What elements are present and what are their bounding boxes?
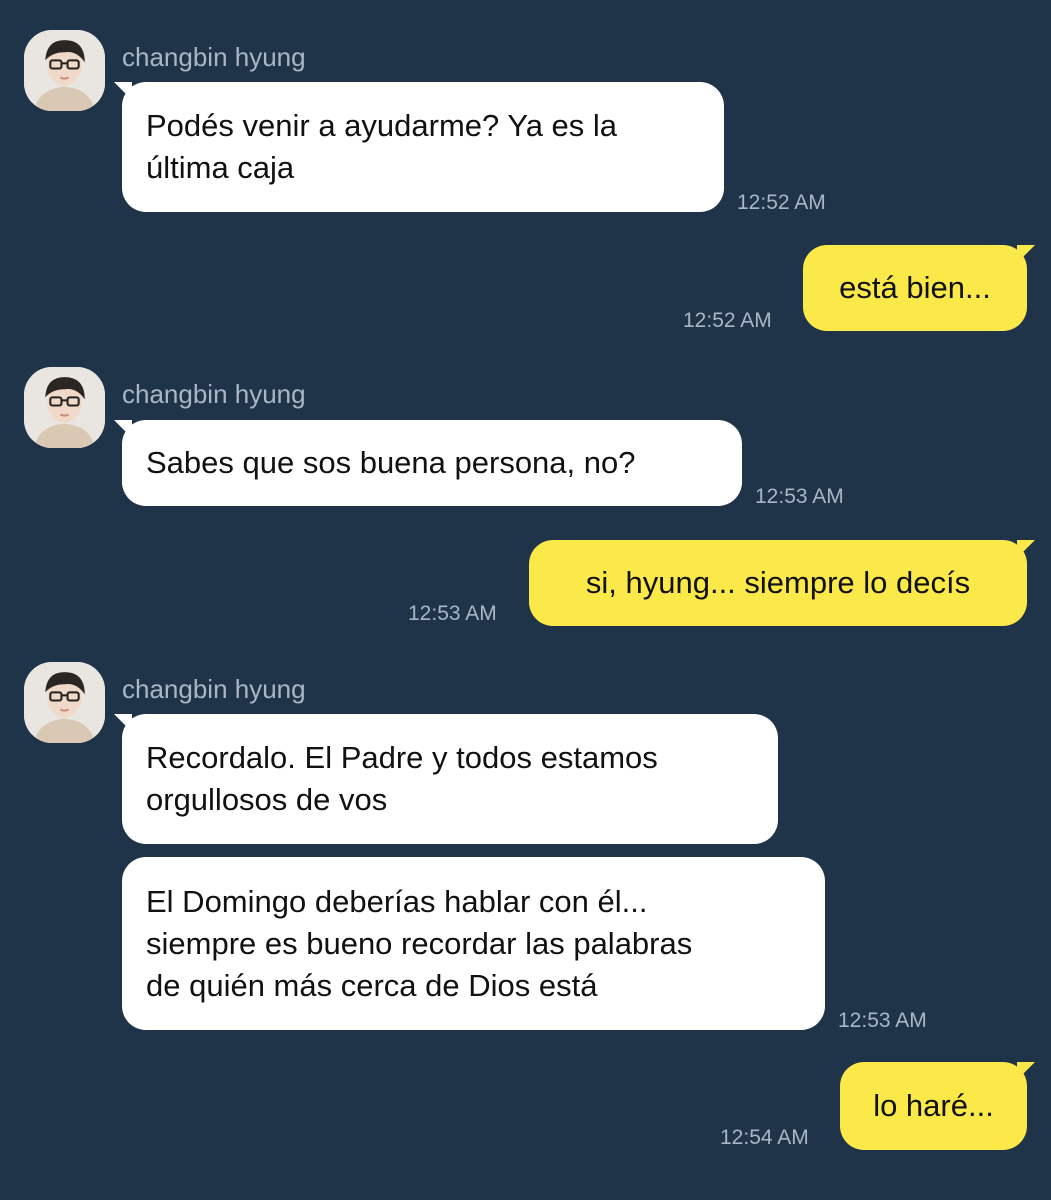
profile-photo-icon (24, 662, 105, 743)
message-timestamp: 12:52 AM (683, 309, 772, 332)
message-timestamp: 12:53 AM (838, 1009, 927, 1032)
message-bubble-incoming[interactable]: El Domingo deberías hablar con él... sie… (122, 857, 825, 1030)
message-timestamp: 12:53 AM (755, 485, 844, 508)
message-text: Recordalo. El Padre y todos estamos orgu… (146, 740, 658, 817)
message-text: si, hyung... siempre lo decís (585, 565, 971, 600)
message-text: Podés venir a ayudarme? Ya es la última … (146, 108, 618, 185)
avatar[interactable] (24, 30, 105, 111)
message-bubble-incoming[interactable]: Recordalo. El Padre y todos estamos orgu… (114, 714, 778, 844)
message-timestamp: 12:53 AM (408, 602, 497, 625)
message-timestamp: 12:54 AM (720, 1126, 809, 1149)
message-text: Sabes que sos buena persona, no? (146, 445, 636, 480)
message-bubble-outgoing[interactable]: está bien... (803, 245, 1035, 331)
message-bubble-outgoing[interactable]: lo haré... (840, 1062, 1035, 1150)
message-bubble-incoming[interactable]: Podés venir a ayudarme? Ya es la última … (114, 82, 724, 212)
avatar[interactable] (24, 662, 105, 743)
avatar[interactable] (24, 367, 105, 448)
message-timestamp: 12:52 AM (737, 191, 826, 214)
sender-name: changbin hyung (122, 379, 306, 409)
message-text: lo haré... (873, 1088, 994, 1123)
message-bubble-outgoing[interactable]: si, hyung... siempre lo decís (529, 540, 1035, 626)
sender-name: changbin hyung (122, 42, 306, 72)
sender-name: changbin hyung (122, 674, 306, 704)
profile-photo-icon (24, 30, 105, 111)
chat-view: changbin hyung Podés venir a ayudarme? Y… (0, 0, 1051, 1200)
message-text: El Domingo deberías hablar con él... sie… (146, 883, 693, 1003)
message-text: está bien... (839, 270, 991, 305)
message-bubble-incoming[interactable]: Sabes que sos buena persona, no? (114, 420, 742, 506)
profile-photo-icon (24, 367, 105, 448)
